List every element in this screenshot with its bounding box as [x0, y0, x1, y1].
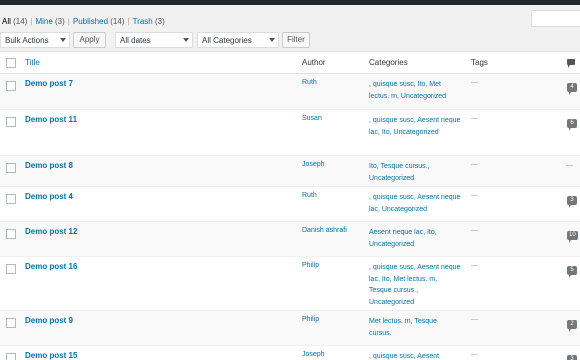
comment-count-bubble[interactable]: 3: [567, 196, 577, 208]
categories-links[interactable]: , quisque susc, Aesent: [369, 351, 461, 360]
table-row: Demo post 11 Susan , quisque susc, Aesen…: [0, 110, 580, 156]
comment-count-bubble[interactable]: 10: [567, 231, 578, 243]
author-link[interactable]: Philip: [302, 262, 319, 269]
filter-all-link[interactable]: All (14): [2, 17, 27, 26]
author-link[interactable]: Susan: [302, 115, 322, 122]
author-link[interactable]: Joseph: [302, 161, 325, 168]
filter-published-count: (14): [110, 17, 125, 26]
post-title-link[interactable]: Demo post 8: [25, 161, 73, 170]
column-categories: Categories: [369, 58, 408, 67]
row-checkbox[interactable]: [6, 318, 16, 328]
tags-value: —: [471, 115, 478, 122]
post-title-link[interactable]: Demo post 4: [25, 192, 73, 201]
filter-mine-count: (3): [55, 17, 65, 26]
author-link[interactable]: Danish ashrafi: [302, 227, 347, 234]
chevron-down-icon: [269, 38, 275, 42]
post-title-link[interactable]: Demo post 9: [25, 316, 73, 325]
row-checkbox[interactable]: [6, 229, 16, 239]
tags-value: —: [471, 262, 478, 269]
comment-icon[interactable]: [567, 59, 575, 68]
separator: |: [30, 17, 33, 26]
filter-button[interactable]: Filter: [282, 32, 310, 48]
tags-value: —: [471, 227, 478, 234]
post-title-link[interactable]: Demo post 16: [25, 262, 77, 271]
categories-links[interactable]: , quisque susc, Ito, Met lectus. m, Unca…: [369, 79, 461, 102]
tags-value: —: [471, 161, 478, 168]
row-checkbox[interactable]: [6, 353, 16, 360]
row-checkbox[interactable]: [6, 81, 16, 91]
row-checkbox[interactable]: [6, 163, 16, 173]
table-header: Title Author Categories Tags: [0, 52, 580, 74]
row-checkbox[interactable]: [6, 194, 16, 204]
row-checkbox[interactable]: [6, 117, 16, 127]
select-all-checkbox[interactable]: [6, 58, 16, 68]
comment-count-bubble[interactable]: 5: [567, 266, 577, 278]
categories-select[interactable]: All Categories: [197, 32, 279, 48]
categories-links[interactable]: , quisque susc, Aesent neque lac, Ito, U…: [369, 115, 461, 138]
categories-links[interactable]: Ito, Tesque cursus., Uncategorized: [369, 161, 461, 184]
apply-button[interactable]: Apply: [73, 32, 106, 48]
no-comments-value: —: [566, 162, 573, 169]
comment-count-bubble[interactable]: 4: [567, 83, 577, 95]
comment-count-bubble[interactable]: 3: [567, 355, 577, 360]
post-title-link[interactable]: Demo post 11: [25, 115, 77, 124]
author-link[interactable]: Ruth: [302, 192, 317, 199]
table-row: Demo post 9 Philip Met lectus. m, Tesque…: [0, 311, 580, 346]
filter-all-count: (14): [13, 17, 28, 26]
comment-count-bubble[interactable]: 6: [567, 119, 577, 131]
post-title-link[interactable]: Demo post 7: [25, 79, 73, 88]
table-row: Demo post 8 Joseph Ito, Tesque cursus., …: [0, 156, 580, 187]
column-title[interactable]: Title: [25, 58, 40, 67]
filter-trash-link[interactable]: Trash (3): [133, 17, 165, 26]
bulk-actions-label: Bulk Actions: [5, 36, 49, 45]
filter-mine-link[interactable]: Mine (3): [35, 17, 64, 26]
dates-label: All dates: [120, 36, 151, 45]
categories-links[interactable]: Met lectus. m, Tesque cursus.: [369, 316, 461, 339]
separator: |: [67, 17, 70, 26]
tags-value: —: [471, 192, 478, 199]
table-row: Demo post 15 Joseph , quisque susc, Aese…: [0, 346, 580, 360]
post-title-link[interactable]: Demo post 12: [25, 227, 77, 236]
separator: |: [127, 17, 130, 26]
table-row: Demo post 7 Ruth , quisque susc, Ito, Me…: [0, 74, 580, 110]
posts-table: Title Author Categories Tags Demo post 7…: [0, 51, 580, 360]
column-author: Author: [302, 58, 326, 67]
bulk-actions-select[interactable]: Bulk Actions: [0, 32, 70, 48]
chevron-down-icon: [60, 38, 66, 42]
column-tags: Tags: [471, 58, 488, 67]
comment-count-bubble[interactable]: 2: [567, 320, 577, 332]
status-filters: All (14) | Mine (3) | Published (14) | Trash (…: [2, 17, 165, 26]
author-link[interactable]: Philip: [302, 316, 319, 323]
post-title-link[interactable]: Demo post 15: [25, 351, 77, 360]
author-link[interactable]: Ruth: [302, 79, 317, 86]
row-checkbox[interactable]: [6, 264, 16, 274]
filter-published-link[interactable]: Published (14): [73, 17, 125, 26]
filter-trash-count: (3): [154, 17, 165, 26]
tags-value: —: [471, 316, 478, 323]
tags-value: —: [471, 351, 478, 358]
search-input[interactable]: [531, 10, 580, 27]
admin-bar: [0, 0, 580, 5]
tags-value: —: [471, 79, 478, 86]
table-row: Demo post 16 Philip , quisque susc, Aese…: [0, 257, 580, 311]
categories-links[interactable]: , quisque susc, Aesent neque lac, Uncate…: [369, 192, 461, 215]
table-row: Demo post 12 Danish ashrafi Aesent neque…: [0, 222, 580, 257]
categories-links[interactable]: Aesent neque lac, Ito, Uncategorized: [369, 227, 461, 250]
table-row: Demo post 4 Ruth , quisque susc, Aesent …: [0, 187, 580, 222]
dates-select[interactable]: All dates: [115, 32, 193, 48]
categories-links[interactable]: , quisque susc, Aesent neque lac, Ito, M…: [369, 262, 461, 308]
chevron-down-icon: [183, 38, 189, 42]
author-link[interactable]: Joseph: [302, 351, 325, 358]
categories-label: All Categories: [202, 36, 252, 45]
